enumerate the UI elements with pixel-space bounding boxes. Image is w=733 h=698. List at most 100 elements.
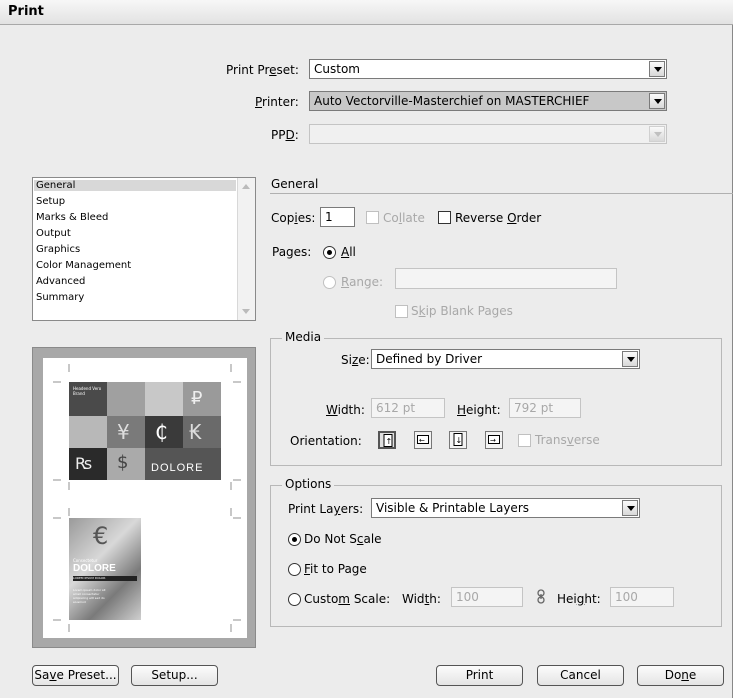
media-width-label: Width: (326, 403, 365, 417)
link-icon[interactable] (536, 589, 546, 605)
chevron-down-icon[interactable] (622, 500, 638, 516)
portrait-orientation-button[interactable]: ↑ (378, 431, 396, 449)
transverse-checkbox[interactable] (518, 434, 531, 447)
copies-label: Copies: (271, 211, 316, 225)
chevron-down-icon[interactable] (649, 93, 665, 109)
list-scrollbar[interactable] (237, 178, 255, 320)
scale-width-label: Width: (402, 592, 441, 606)
pages-all-radio[interactable] (323, 246, 336, 259)
reverse-portrait-orientation-button[interactable]: ↓ (449, 431, 467, 449)
print-layers-value: Visible & Printable Layers (376, 501, 529, 515)
print-preset-select[interactable]: Custom (309, 59, 667, 79)
svg-text:←: ← (419, 437, 425, 445)
do-not-scale-radio[interactable] (288, 533, 301, 546)
svg-text:→: → (490, 437, 496, 445)
orientation-label: Orientation: (290, 434, 362, 448)
print-layers-label: Print Layers: (288, 502, 364, 516)
preview-symbol: $ (117, 452, 129, 473)
category-marks-bleed[interactable]: Marks & Bleed (36, 212, 108, 223)
svg-text:↑: ↑ (386, 437, 393, 446)
chevron-down-icon[interactable] (649, 61, 665, 77)
chevron-down-icon[interactable] (622, 351, 638, 367)
print-preset-label: Print Preset: (226, 63, 299, 77)
section-divider (270, 193, 733, 194)
transverse-label: Transverse (535, 433, 600, 447)
preview-bottom-art: € Consectetur DOLORE LOREM IPSUM DOLOR L… (69, 518, 141, 620)
print-layers-select[interactable]: Visible & Printable Layers (371, 498, 640, 518)
print-dialog: Print Print Preset: Custom Printer: Auto… (0, 0, 733, 698)
done-button[interactable]: Done (637, 665, 724, 686)
skip-blank-label: Skip Blank Pages (411, 304, 513, 318)
preview-symbol: ₨ (75, 454, 93, 473)
preview-symbol: € (93, 522, 109, 550)
scale-height-label: Height: (557, 592, 601, 606)
save-preset-button[interactable]: Save Preset... (32, 665, 119, 686)
fit-to-page-radio[interactable] (288, 563, 301, 576)
pages-label: Pages: (272, 245, 312, 259)
preview-symbol: ₭ (189, 420, 202, 444)
category-color-management[interactable]: Color Management (36, 260, 131, 271)
preview-top-text: Headend Vero Brand (73, 386, 102, 396)
reverse-order-checkbox[interactable] (438, 211, 451, 224)
media-height-label: Height: (457, 403, 501, 417)
do-not-scale-label: Do Not Scale (304, 532, 382, 546)
cancel-button[interactable]: Cancel (537, 665, 624, 686)
preview-top-art: Headend Vero Brand ₽ ¥ ₵ ₭ ₨ $ DOLORE (69, 382, 221, 480)
portrait-icon: ↑ (383, 434, 393, 447)
category-advanced[interactable]: Advanced (36, 276, 85, 287)
section-title: General (271, 177, 319, 191)
reverse-landscape-icon: → (488, 435, 500, 445)
category-output[interactable]: Output (36, 228, 71, 239)
preview-page: Headend Vero Brand ₽ ¥ ₵ ₭ ₨ $ DOLORE € … (43, 358, 247, 638)
print-button[interactable]: Print (436, 665, 523, 686)
window-title: Print (8, 4, 44, 19)
ppd-label: PPD: (271, 128, 299, 142)
scale-height-input[interactable]: 100 (610, 587, 674, 607)
category-graphics[interactable]: Graphics (36, 244, 80, 255)
landscape-orientation-button[interactable]: ← (414, 431, 432, 449)
collate-label: Collate (383, 211, 425, 225)
chevron-down-icon[interactable] (649, 126, 665, 142)
media-width-input[interactable]: 612 pt (371, 398, 445, 418)
category-setup[interactable]: Setup (36, 196, 65, 207)
custom-scale-radio[interactable] (288, 593, 301, 606)
category-summary[interactable]: Summary (36, 292, 84, 303)
media-height-input[interactable]: 792 pt (509, 398, 581, 418)
category-list[interactable]: General Setup Marks & Bleed Output Graph… (32, 177, 256, 321)
scroll-up-icon[interactable] (239, 179, 254, 194)
size-value: Defined by Driver (376, 352, 483, 366)
pages-range-input[interactable] (395, 268, 617, 289)
preview-bottom-body: Lorem ipsum dolor sit amet consectetur a… (73, 588, 106, 604)
preview-bottom-word: DOLORE (73, 563, 116, 574)
setup-button[interactable]: Setup... (131, 665, 218, 686)
scale-width-input[interactable]: 100 (451, 587, 523, 607)
title-bar: Print (0, 0, 733, 25)
media-group-label: Media (282, 330, 325, 344)
print-preview: Headend Vero Brand ₽ ¥ ₵ ₭ ₨ $ DOLORE € … (32, 347, 256, 648)
svg-text:↓: ↓ (456, 436, 463, 445)
reverse-landscape-orientation-button[interactable]: → (485, 431, 503, 449)
size-select[interactable]: Defined by Driver (371, 349, 640, 369)
collate-checkbox[interactable] (366, 211, 379, 224)
pages-range-label: Range: (341, 275, 384, 289)
skip-blank-checkbox[interactable] (395, 305, 408, 318)
size-label: Size: (341, 353, 370, 367)
copies-input[interactable]: 1 (320, 207, 355, 227)
printer-select[interactable]: Auto Vectorville-Masterchief on MASTERCH… (309, 91, 667, 111)
print-preset-value: Custom (314, 62, 360, 76)
printer-value: Auto Vectorville-Masterchief on MASTERCH… (314, 94, 590, 108)
pages-range-radio[interactable] (323, 276, 336, 289)
category-general[interactable]: General (34, 180, 236, 191)
landscape-icon: ← (417, 435, 429, 445)
scroll-down-icon[interactable] (239, 304, 254, 319)
printer-label: Printer: (255, 95, 299, 109)
preview-top-word: DOLORE (151, 462, 204, 474)
reverse-portrait-icon: ↓ (453, 433, 463, 446)
options-group-label: Options (282, 477, 335, 491)
preview-symbol: ₽ (191, 388, 203, 409)
fit-to-page-label: Fit to Page (304, 562, 367, 576)
preview-bottom-caption: LOREM IPSUM DOLOR (73, 576, 137, 581)
ppd-select[interactable] (309, 124, 667, 144)
reverse-order-label: Reverse Order (455, 211, 542, 225)
custom-scale-label: Custom Scale: (304, 592, 391, 606)
